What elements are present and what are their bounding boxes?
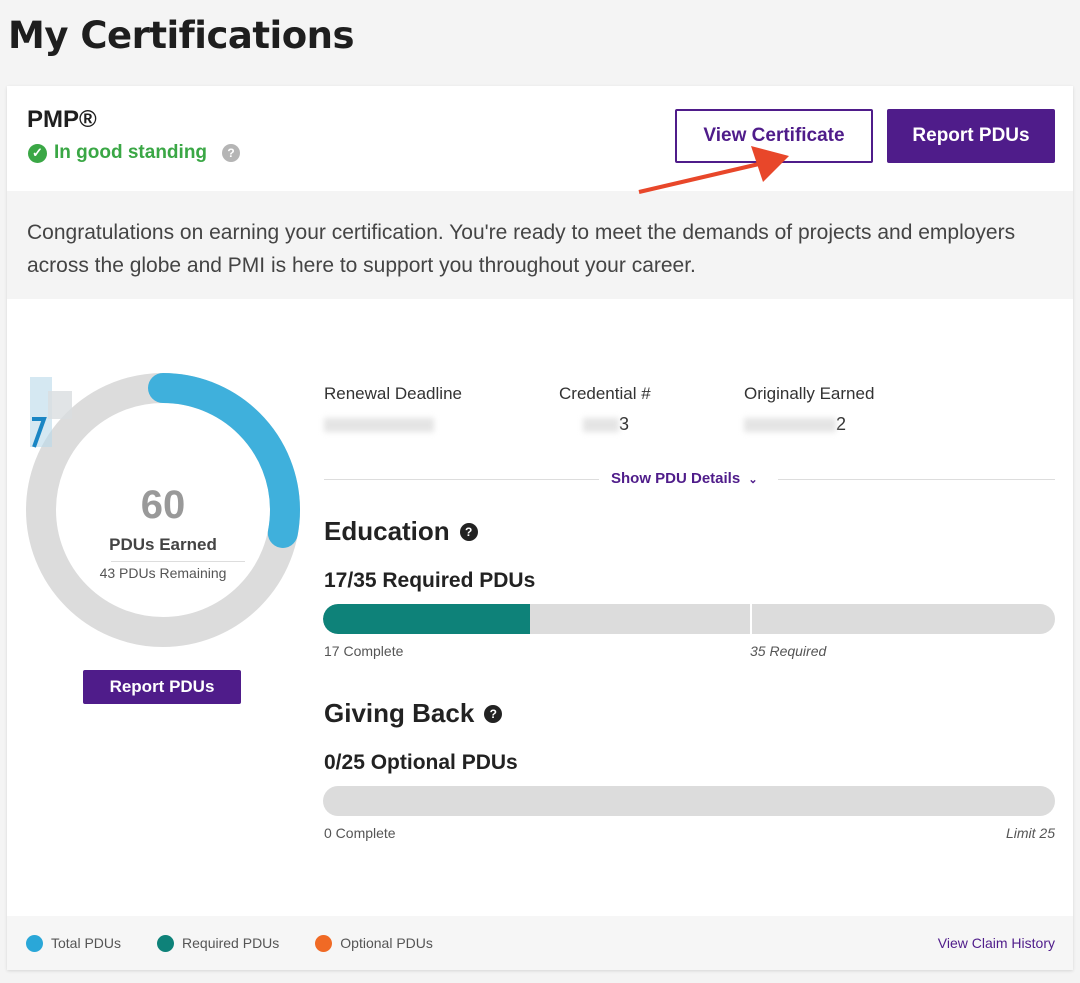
legend-total: Total PDUs [26,934,121,952]
report-pdus-secondary-button[interactable]: Report PDUs [83,670,241,704]
redacted-number [30,377,72,448]
giving-back-limit-label: Limit 25 [1005,825,1055,841]
renewal-deadline-value [324,414,434,435]
page-title: My Certifications [8,14,355,57]
pdus-earned-label: PDUs Earned [109,535,217,554]
credential-label: Credential # [559,384,651,403]
redacted-smudge [583,418,619,433]
legend-optional: Optional PDUs [315,934,433,952]
education-summary: 17/35 Required PDUs [324,569,536,592]
education-complete-label: 17 Complete [324,643,404,659]
view-certificate-button[interactable]: View Certificate [675,109,873,163]
chevron-down-icon: ⌄ [748,474,758,486]
legend-required: Required PDUs [157,934,279,952]
status-text: In good standing [54,142,208,163]
credential-value: 3 [583,414,629,435]
education-required-label: 35 Required [750,643,827,659]
report-pdus-button[interactable]: Report PDUs [887,109,1055,163]
teal-dot-icon [157,934,175,952]
blue-dot-icon [26,934,43,952]
view-claim-history-link[interactable]: View Claim History [938,935,1055,951]
redacted-smudge [324,418,434,433]
originally-earned-label: Originally Earned [744,384,875,403]
education-progress-bar [323,604,1055,634]
pdu-progress-ring: 60 PDUs Earned 43 PDUs Remaining [24,371,302,649]
divider-right [778,479,1055,480]
giving-back-title: Giving Back ? [324,698,503,729]
help-icon[interactable]: ? [222,144,241,162]
education-title: Education ? [324,516,478,547]
education-progress-fill [323,604,531,634]
help-icon[interactable]: ? [484,704,503,723]
show-pdu-details-link[interactable]: Show PDU Details ⌄ [611,470,758,487]
originally-earned-value: 2 [744,414,846,435]
required-marker [750,604,752,634]
giving-back-summary: 0/25 Optional PDUs [324,751,518,774]
ring-divider [111,561,245,562]
giving-back-progress-bar [323,786,1055,816]
legend-bar: Total PDUs Required PDUs Optional PDUs V… [7,916,1073,970]
certification-name: PMP® [27,106,97,133]
status-row: ✓ In good standing ? [28,142,241,164]
giving-back-complete-label: 0 Complete [324,825,396,841]
pdus-total-value: 60 [140,483,186,527]
congratulations-message: Congratulations on earning your certific… [7,191,1073,299]
redacted-smudge [744,418,836,433]
renewal-deadline-label: Renewal Deadline [324,384,462,403]
check-circle-icon: ✓ [28,143,47,163]
certification-card: PMP® ✓ In good standing ? View Certifica… [7,86,1073,970]
orange-dot-icon [315,934,333,952]
pdus-remaining-label: 43 PDUs Remaining [99,565,227,581]
help-icon[interactable]: ? [459,522,478,541]
divider-left [324,479,599,480]
